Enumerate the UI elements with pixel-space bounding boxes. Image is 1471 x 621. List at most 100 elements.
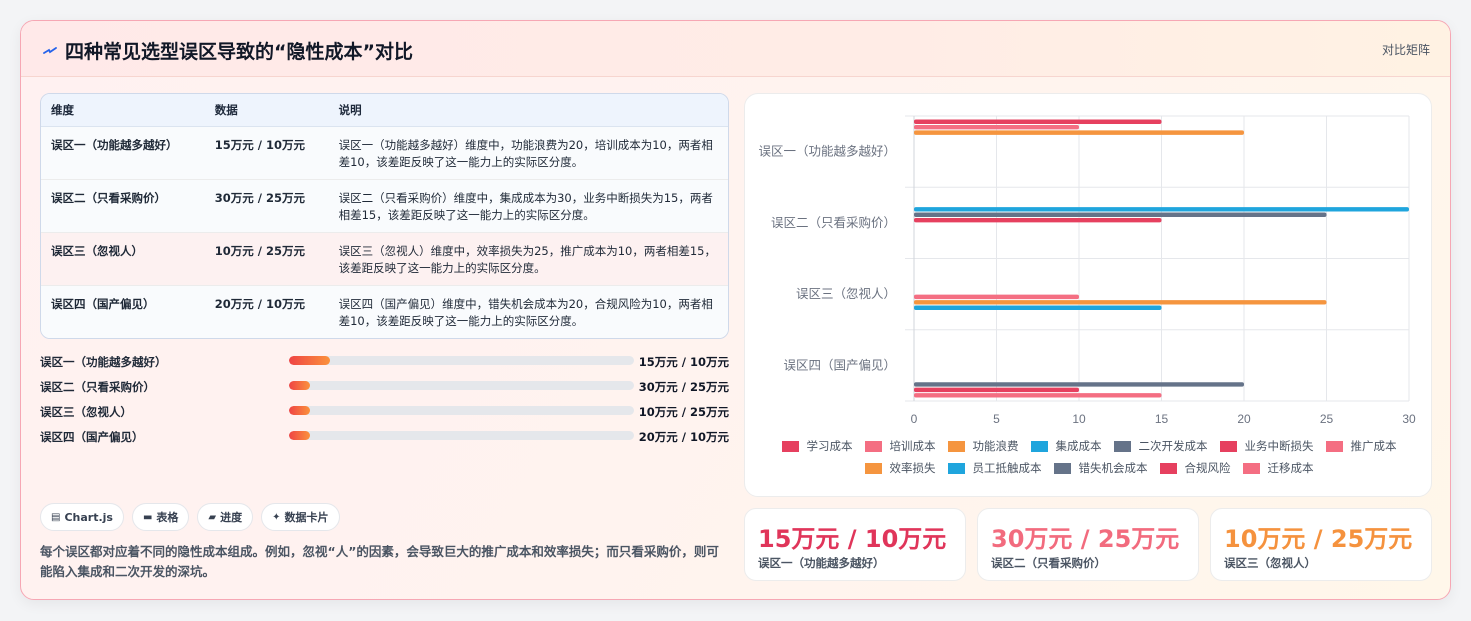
table-cell-dimension: 误区四（国产偏见） <box>51 297 155 311</box>
legend-swatch <box>1325 440 1343 452</box>
table-cell-description: 误区一（功能越多越好）维度中，功能浪费为20，培训成本为10，两者相差10，该差… <box>338 138 713 169</box>
stat-card: 15万元 / 10万元 误区一（功能越多越好） <box>744 508 966 581</box>
bar <box>914 387 1079 393</box>
progress-row: 误区三（忽视人） 10万元 / 25万元 <box>40 399 729 424</box>
y-tick-label: 误区四（国产偏见） <box>783 357 896 372</box>
legend-swatch <box>1242 462 1260 474</box>
legend-item[interactable]: 员工抵触成本 <box>947 460 1042 476</box>
progress-fill <box>289 431 310 440</box>
chart-legend: 学习成本 培训成本 功能浪费 集成成本 二次开发成本 业务中断损失 推广成本效率损失 员工抵触… <box>765 438 1413 476</box>
progress-value: 10万元 / 25万元 <box>638 405 729 419</box>
legend-swatch <box>1159 462 1177 474</box>
tag-list: ▤ Chart.js ▬ 表格 ▰ 进度 ✦ 数据卡片 <box>40 503 340 531</box>
legend-item[interactable]: 迁移成本 <box>1242 460 1314 476</box>
legend-swatch <box>947 462 965 474</box>
column-header-data: 数据 <box>214 103 238 117</box>
table-icon: ▬ <box>142 511 153 523</box>
bar <box>914 207 1409 212</box>
comparison-card: 四种常见选型误区导致的“隐性成本”对比 对比矩阵 维度 数据 说明 误区一（功能… <box>20 20 1451 600</box>
legend-swatch <box>781 440 799 452</box>
legend-label: 员工抵触成本 <box>972 461 1042 475</box>
bar <box>914 300 1327 305</box>
bar <box>914 393 1162 398</box>
matrix-link[interactable]: 对比矩阵 <box>1382 41 1430 58</box>
y-tick-label: 误区三（忽视人） <box>796 286 896 301</box>
progress-track <box>289 356 634 365</box>
tag-label: 表格 <box>156 511 179 524</box>
tag-data-card[interactable]: ✦ 数据卡片 <box>261 503 340 531</box>
table-cell-description: 误区四（国产偏见）维度中，错失机会成本为20，合规风险为10，两者相差10，该差… <box>338 297 713 328</box>
sparkle-icon: ✦ <box>272 511 281 523</box>
legend-item[interactable]: 推广成本 <box>1325 438 1397 454</box>
stat-card: 10万元 / 25万元 误区三（忽视人） <box>1210 508 1432 581</box>
table-cell-dimension: 误区三（忽视人） <box>51 244 143 258</box>
bar <box>914 217 1162 223</box>
table-header-row: 维度 数据 说明 <box>41 94 728 127</box>
x-tick-label: 5 <box>993 412 1000 426</box>
legend-item[interactable]: 学习成本 <box>781 438 853 454</box>
progress-value: 15万元 / 10万元 <box>638 355 729 369</box>
legend-label: 培训成本 <box>889 439 936 453</box>
legend-item[interactable]: 错失机会成本 <box>1053 460 1148 476</box>
progress-list: 误区一（功能越多越好） 15万元 / 10万元 误区二（只看采购价） 30万元 … <box>40 349 729 449</box>
chart-panel: 0 5 10 15 20 25 30 误区一（功能越多越好） 误区二（只看采购价） 误区三（忽视人… <box>744 93 1432 497</box>
progress-row: 误区一（功能越多越好） 15万元 / 10万元 <box>40 349 729 374</box>
legend-swatch <box>864 440 882 452</box>
progress-row: 误区四（国产偏见） 20万元 / 10万元 <box>40 424 729 449</box>
legend-label: 迁移成本 <box>1267 461 1314 475</box>
table-cell-description: 误区三（忽视人）维度中，效率损失为25，推广成本为10，两者相差15，该差距反映… <box>338 244 716 275</box>
progress-track <box>289 431 634 440</box>
column-header-description: 说明 <box>338 102 362 117</box>
legend-label: 合规风险 <box>1184 461 1231 475</box>
tag-table[interactable]: ▬ 表格 <box>131 503 190 531</box>
folder-icon: ▰ <box>208 511 217 523</box>
tag-progress[interactable]: ▰ 进度 <box>197 503 254 531</box>
legend-item[interactable]: 功能浪费 <box>947 438 1019 454</box>
progress-track <box>289 381 634 390</box>
progress-fill <box>289 356 331 365</box>
table-cell-data: 30万元 / 25万元 <box>214 191 305 205</box>
progress-track <box>289 406 634 415</box>
legend-label: 二次开发成本 <box>1138 439 1208 453</box>
legend-swatch <box>1219 440 1237 452</box>
table-row: 误区四（国产偏见） 20万元 / 10万元 误区四（国产偏见）维度中，错失机会成… <box>41 286 728 338</box>
progress-label: 误区二（只看采购价） <box>40 379 155 394</box>
note-text: 每个误区都对应着不同的隐性成本组成。例如，忽视“人”的因素，会导致巨大的推广成本… <box>40 544 719 579</box>
stat-label: 误区三（忽视人） <box>1224 556 1316 570</box>
legend-item[interactable]: 合规风险 <box>1159 460 1231 476</box>
legend-swatch <box>1053 462 1071 474</box>
tag-chartjs[interactable]: ▤ Chart.js <box>40 503 124 531</box>
table-cell-description: 误区二（只看采购价）维度中，集成成本为30，业务中断损失为15，两者相差15，该… <box>338 191 713 222</box>
progress-fill <box>289 381 310 390</box>
table-cell-data: 15万元 / 10万元 <box>214 138 305 152</box>
legend-item[interactable]: 业务中断损失 <box>1219 438 1314 454</box>
tag-label: Chart.js <box>64 510 113 524</box>
x-tick-label: 20 <box>1237 412 1251 426</box>
progress-label: 误区三（忽视人） <box>40 404 132 419</box>
table-cell-data: 10万元 / 25万元 <box>214 244 305 258</box>
legend-label: 业务中断损失 <box>1244 439 1314 453</box>
card-header: 四种常见选型误区导致的“隐性成本”对比 对比矩阵 <box>21 21 1450 77</box>
progress-fill <box>289 406 310 415</box>
stat-card: 30万元 / 25万元 误区二（只看采购价） <box>977 508 1199 581</box>
progress-value: 20万元 / 10万元 <box>638 430 729 444</box>
title-group: 四种常见选型误区导致的“隐性成本”对比 <box>43 37 413 64</box>
bar <box>914 382 1244 387</box>
legend-item[interactable]: 集成成本 <box>1030 438 1102 454</box>
legend-label: 错失机会成本 <box>1078 461 1148 475</box>
x-tick-label: 10 <box>1072 412 1086 426</box>
comparison-table: 维度 数据 说明 误区一（功能越多越好） 15万元 / 10万元 误区一（功能越… <box>40 93 729 339</box>
legend-item[interactable]: 二次开发成本 <box>1113 438 1208 454</box>
table-row: 误区一（功能越多越好） 15万元 / 10万元 误区一（功能越多越好）维度中，功… <box>41 127 728 180</box>
table-cell-dimension: 误区二（只看采购价） <box>51 191 166 205</box>
progress-value: 30万元 / 25万元 <box>638 380 729 394</box>
legend-item[interactable]: 效率损失 <box>864 460 936 476</box>
lightning-icon <box>43 46 57 54</box>
progress-row: 误区二（只看采购价） 30万元 / 25万元 <box>40 374 729 399</box>
bar <box>914 130 1244 135</box>
progress-label: 误区四（国产偏见） <box>40 429 144 444</box>
progress-label: 误区一（功能越多越好） <box>40 354 167 369</box>
legend-item[interactable]: 培训成本 <box>864 438 936 454</box>
legend-label: 推广成本 <box>1350 439 1397 453</box>
column-header-dimension: 维度 <box>51 103 74 117</box>
